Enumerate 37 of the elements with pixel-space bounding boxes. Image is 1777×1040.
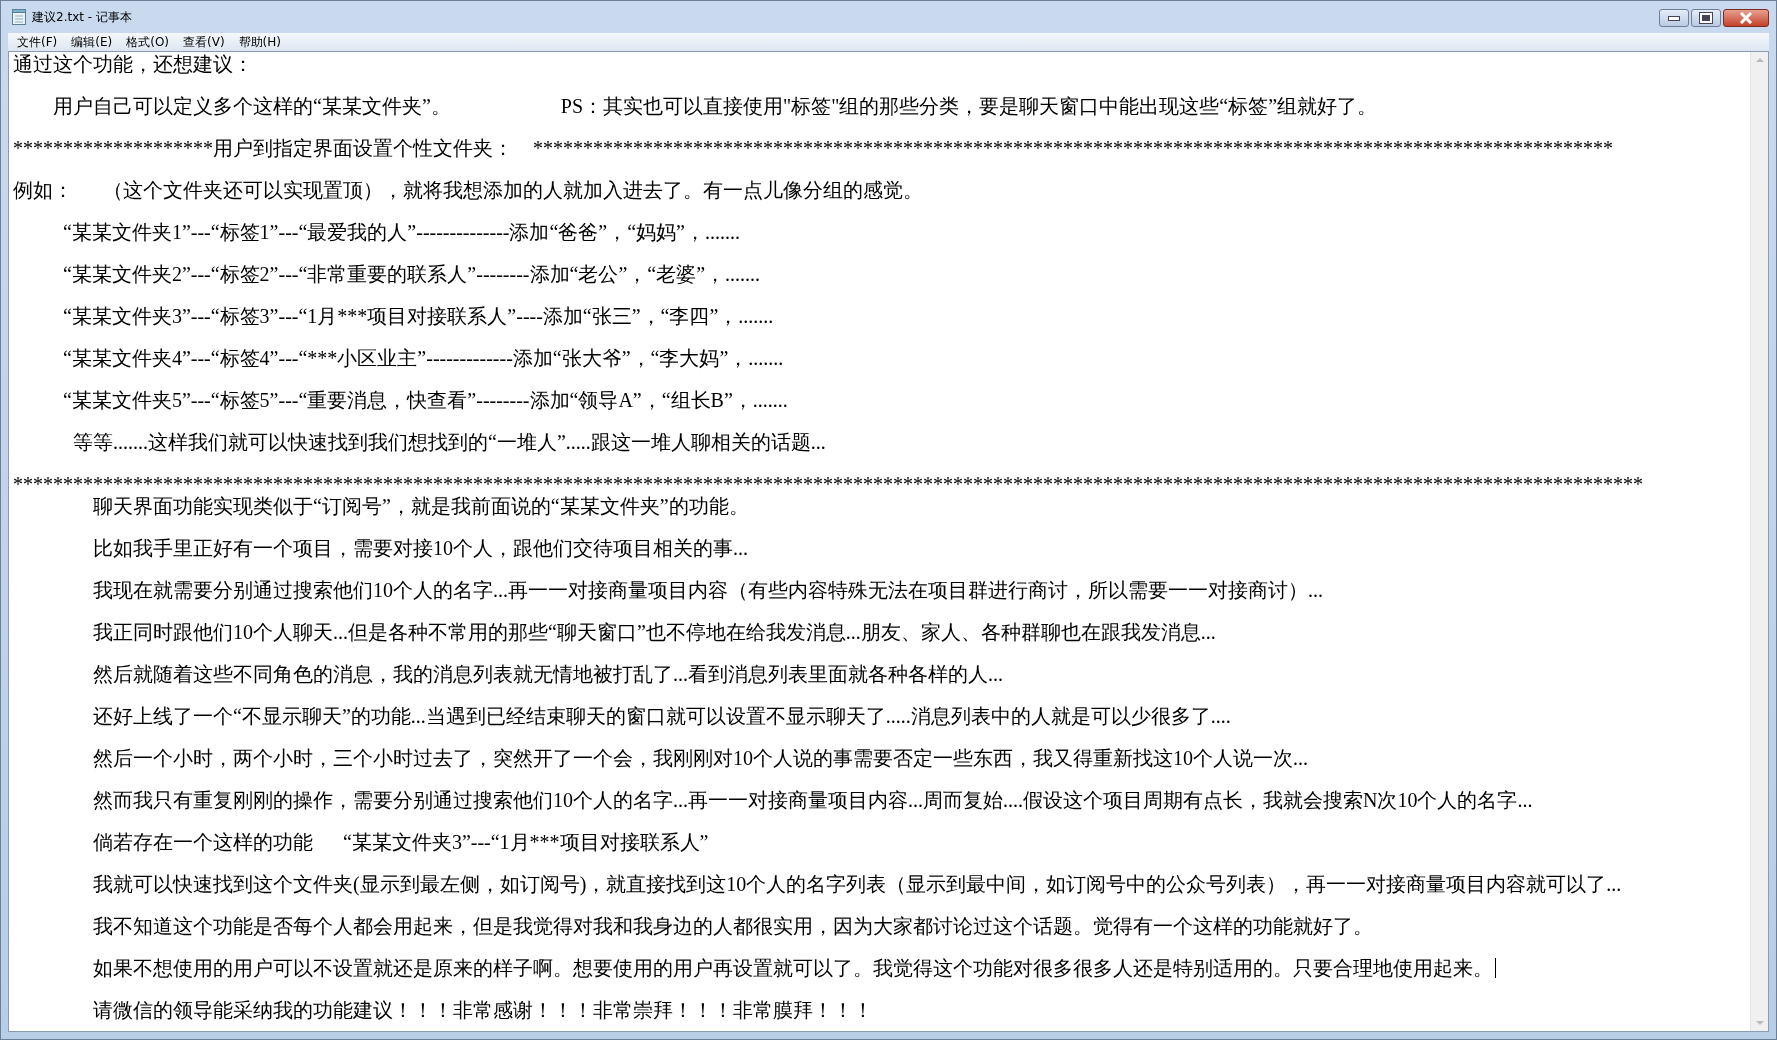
text-line: “某某文件夹2”---“标签2”---“非常重要的联系人”--------添加“老公”，“老婆”，....... (62, 263, 760, 285)
menu-item[interactable]: 格式(O) (119, 33, 177, 51)
notepad-icon (12, 9, 26, 25)
text-line: 例如： （这个文件夹还可以实现置顶），就将我想添加的人就加入进去了。有一点儿像分组的感觉。 (13, 179, 923, 201)
text-line: 聊天界面功能实现类似于“订阅号”，就是我前面说的“某某文件夹”的功能。 (92, 495, 749, 517)
text-line: ********************用户到指定界面设置个性文件夹： ************************************************************************************************************ (13, 137, 1613, 159)
window-title: 建议2.txt - 记事本 (32, 8, 132, 26)
maximize-icon (1700, 13, 1712, 23)
close-button[interactable] (1723, 9, 1769, 27)
minimize-button[interactable] (1659, 9, 1689, 27)
text-line: 通过这个功能，还想建议： (13, 53, 253, 75)
text-line: “某某文件夹1”---“标签1”---“最爱我的人”--------------添加“爸爸”，“妈妈”，....... (62, 221, 740, 243)
menu-item[interactable]: 查看(V) (176, 33, 232, 51)
maximize-button[interactable] (1691, 9, 1721, 27)
text-line: 我现在就需要分别通过搜索他们10个人的名字...再一一对接商量项目内容（有些内容特殊无法在项目群进行商讨，所以需要一一对接商讨）... (92, 579, 1323, 601)
text-line: “某某文件夹4”---“标签4”---“***小区业主”-------------添加“张大爷”，“李大妈”，....... (62, 347, 784, 369)
text-line: 然后就随着这些不同角色的消息，我的消息列表就无情地被打乱了...看到消息列表里面就各种各样的人... (92, 663, 1003, 685)
close-icon (1738, 12, 1754, 24)
separator-line-text: ******************************************************************************************************************************************************************* (13, 473, 1643, 495)
text-line: 等等.......这样我们就可以快速找到我们想找到的“一堆人”.....跟这一堆人聊相关的话题... (72, 431, 826, 453)
text-line: 我就可以快速找到这个文件夹(显示到最左侧，如订阅号)，就直接找到这10个人的名字列表（显示到最中间，如订阅号中的公众号列表），再一一对接商量项目内容就可以了... (92, 873, 1622, 895)
text-line: 然后一个小时，两个小时，三个小时过去了，突然开了一个会，我刚刚对10个人说的事需要否定一些东西，我又得重新找这10个人说一次... (92, 747, 1308, 769)
text-line: 比如我手里正好有一个项目，需要对接10个人，跟他们交待项目相关的事... (92, 537, 748, 559)
menu-item[interactable]: 编辑(E) (64, 33, 120, 51)
text-line: 还好上线了一个“不显示聊天”的功能...当遇到已经结束聊天的窗口就可以设置不显示聊天了.....消息列表中的人就是可以少很多了.... (92, 705, 1231, 727)
text-line: 用户自己可以定义多个这样的“某某文件夹”。 PS：其实也可以直接使用"标签"组的那些分类，要是聊天窗口中能出现这些“标签”组就好了。 (52, 95, 1378, 117)
text-line: 我正同时跟他们10个人聊天...但是各种不常用的那些“聊天窗口”也不停地在给我发消息...朋友、家人、各种群聊也在跟我发消息... (92, 621, 1216, 643)
text-line: 请微信的领导能采纳我的功能建议！！！非常感谢！！！非常崇拜！！！非常膜拜！！！ (92, 999, 873, 1021)
text-line: 我不知道这个功能是否每个人都会用起来，但是我觉得对我和我身边的人都很实用，因为大家都讨论过这个话题。觉得有一个这样的功能就好了。 (92, 915, 1373, 937)
text-line: 如果不想使用的用户可以不设置就还是原来的样子啊。想要使用的用户再设置就可以了。我觉得这个功能对很多很多人还是特别适用的。只要合理地使用起来。 (92, 957, 1493, 979)
text-line: “某某文件夹3”---“标签3”---“1月***项目对接联系人”----添加“张三”，“李四”，....... (62, 305, 774, 327)
text-line: 然而我只有重复刚刚的操作，需要分别通过搜索他们10个人的名字...再一一对接商量项目内容...周而复始....假设这个项目周期有点长，我就会搜索N次10个人的名字... (92, 789, 1533, 811)
minimize-icon (1668, 15, 1680, 21)
menu-item[interactable]: 文件(F) (10, 33, 65, 51)
text-line: 倘若存在一个这样的功能 “某某文件夹3”---“1月***项目对接联系人” (92, 831, 709, 853)
menu-item[interactable]: 帮助(H) (231, 33, 288, 51)
text-line: “某某文件夹5”---“标签5”---“重要消息，快查看”--------添加“领导A”，“组长B”，....... (62, 389, 788, 411)
